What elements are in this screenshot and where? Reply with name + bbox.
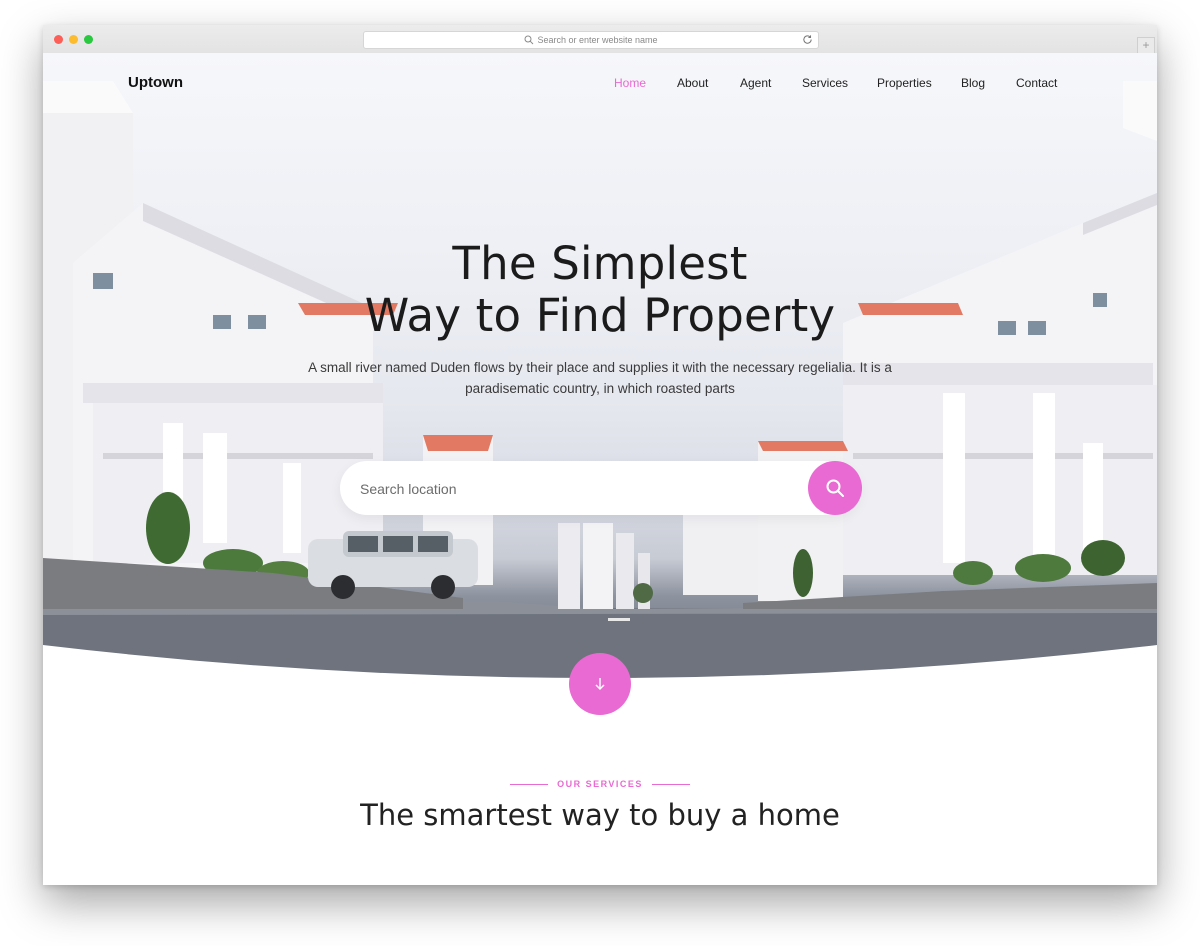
eyebrow-divider-right [651, 784, 690, 786]
search-icon [524, 35, 534, 44]
search-location-input[interactable] [358, 461, 792, 517]
nav-item-services[interactable]: Services [802, 76, 848, 90]
hero-subtitle: A small river named Duden flows by their… [308, 360, 892, 396]
nav-item-agent[interactable]: Agent [740, 76, 771, 90]
browser-window: Search or enter website name + Uptown Ho… [43, 25, 1157, 885]
address-bar[interactable]: Search or enter website name [363, 31, 819, 49]
nav-item-properties[interactable]: Properties [877, 76, 932, 90]
arrow-down-icon [595, 678, 605, 690]
maximize-window-button[interactable] [84, 35, 93, 44]
address-bar-placeholder: Search or enter website name [537, 35, 658, 45]
hero-title: The Simplest Way to Find Property [43, 238, 1157, 342]
reload-icon[interactable] [802, 34, 813, 45]
browser-toolbar: Search or enter website name + [43, 25, 1157, 54]
minimize-window-button[interactable] [69, 35, 78, 44]
close-window-button[interactable] [54, 35, 63, 44]
location-search-bar [340, 461, 862, 517]
nav-item-contact[interactable]: Contact [1016, 76, 1057, 90]
services-eyebrow-text: OUR SERVICES [557, 779, 643, 789]
hero-title-line2: Way to Find Property [364, 289, 836, 342]
nav-item-home[interactable]: Home [614, 76, 646, 90]
scroll-down-button[interactable] [569, 653, 631, 715]
nav-item-blog[interactable]: Blog [961, 76, 985, 90]
search-icon [826, 479, 844, 497]
new-tab-button[interactable]: + [1137, 37, 1155, 54]
hero-title-line1: The Simplest [452, 237, 748, 290]
hero-section: Uptown Home About Agent Services Propert… [43, 53, 1157, 685]
services-eyebrow: OUR SERVICES [43, 779, 1157, 789]
eyebrow-divider-left [510, 784, 549, 786]
nav-item-about[interactable]: About [677, 76, 708, 90]
brand-logo[interactable]: Uptown [128, 74, 183, 91]
services-heading: The smartest way to buy a home [360, 798, 840, 832]
search-button[interactable] [808, 461, 862, 515]
